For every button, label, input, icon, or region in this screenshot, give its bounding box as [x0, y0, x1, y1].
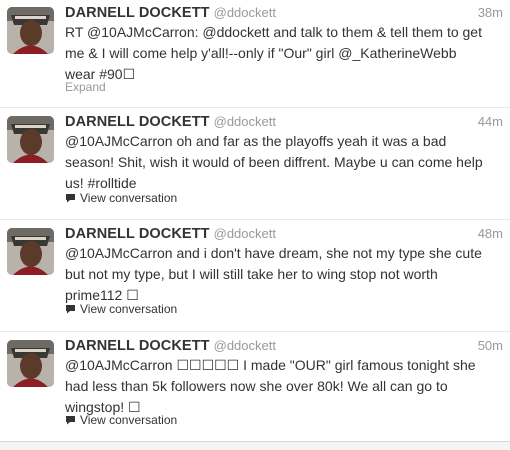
tweet-item[interactable]: DARNELL DOCKETT @ddockett 50m @10AJMcCarr…	[0, 333, 510, 439]
tweet-header: DARNELL DOCKETT @ddockett 44m	[65, 113, 510, 131]
fullname[interactable]: DARNELL DOCKETT	[65, 114, 210, 130]
avatar[interactable]	[7, 7, 54, 54]
tweet-text: @10AJMcCarron and i don't have dream, sh…	[65, 245, 482, 303]
timestamp[interactable]: 38m	[478, 5, 503, 20]
view-conversation-label: View conversation	[80, 191, 178, 205]
tweet-text: RT @10AJMcCarron: @ddockett and talk to …	[65, 24, 482, 82]
tweet-header: DARNELL DOCKETT @ddockett 48m	[65, 225, 510, 243]
timestamp[interactable]: 50m	[478, 338, 503, 353]
fullname[interactable]: DARNELL DOCKETT	[65, 226, 210, 242]
fullname[interactable]: DARNELL DOCKETT	[65, 338, 210, 354]
timestamp[interactable]: 44m	[478, 114, 503, 129]
tweet-stream: DARNELL DOCKETT @ddockett 38m RT @10AJMcC…	[0, 0, 510, 450]
avatar[interactable]	[7, 228, 54, 275]
view-conversation-link[interactable]: View conversation	[65, 413, 177, 427]
avatar[interactable]	[7, 340, 54, 387]
expand-label: Expand	[65, 80, 106, 94]
username[interactable]: @ddockett	[214, 5, 276, 20]
username[interactable]: @ddockett	[214, 226, 276, 241]
timestamp[interactable]: 48m	[478, 226, 503, 241]
speech-bubble-icon	[65, 415, 76, 425]
tweet-text: @10AJMcCarron ☐☐☐☐☐ I made "OUR" girl fa…	[65, 357, 476, 415]
speech-bubble-icon	[65, 304, 76, 314]
username[interactable]: @ddockett	[214, 338, 276, 353]
fullname[interactable]: DARNELL DOCKETT	[65, 5, 210, 21]
view-conversation-label: View conversation	[80, 302, 178, 316]
expand-link[interactable]: Expand	[65, 80, 106, 94]
tweet-header: DARNELL DOCKETT @ddockett 50m	[65, 337, 510, 355]
view-conversation-link[interactable]: View conversation	[65, 191, 177, 205]
tweet-item[interactable]: DARNELL DOCKETT @ddockett 48m @10AJMcCarr…	[0, 221, 510, 332]
tweet-text: @10AJMcCarron oh and far as the playoffs…	[65, 133, 483, 191]
tweet-item[interactable]: DARNELL DOCKETT @ddockett 44m @10AJMcCarr…	[0, 109, 510, 220]
tweet-header: DARNELL DOCKETT @ddockett 38m	[65, 4, 510, 22]
speech-bubble-icon	[65, 193, 76, 203]
view-conversation-label: View conversation	[80, 413, 178, 427]
view-conversation-link[interactable]: View conversation	[65, 302, 177, 316]
avatar[interactable]	[7, 116, 54, 163]
username[interactable]: @ddockett	[214, 114, 276, 129]
tweet-item[interactable]: DARNELL DOCKETT @ddockett 38m RT @10AJMcC…	[0, 0, 510, 108]
